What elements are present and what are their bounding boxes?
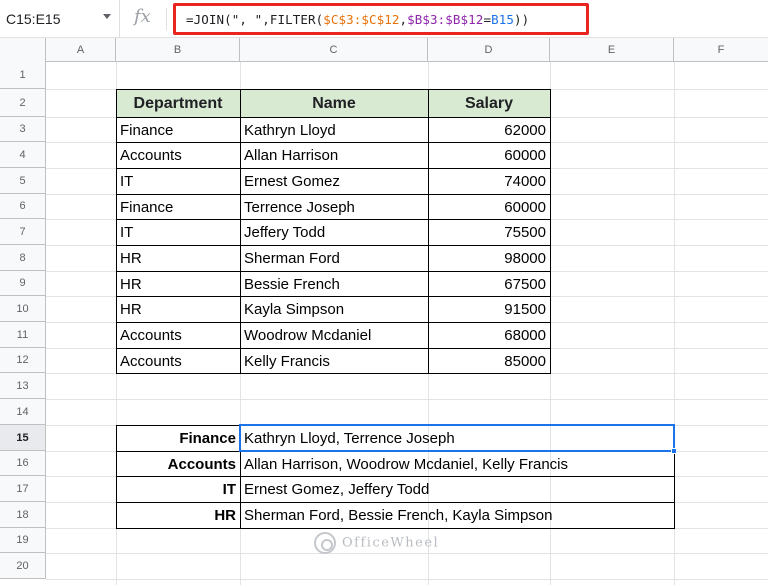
column-header-b[interactable]: B <box>116 38 240 62</box>
department-key-cell[interactable]: Finance <box>116 426 240 451</box>
row-header-11[interactable]: 11 <box>0 322 46 348</box>
row-header-9[interactable]: 9 <box>0 271 46 296</box>
row-header-10[interactable]: 10 <box>0 296 46 322</box>
department-cell[interactable]: HR <box>116 272 240 296</box>
row-header-6[interactable]: 6 <box>0 194 46 219</box>
header-name[interactable]: Name <box>240 90 428 117</box>
department-cell[interactable]: Accounts <box>116 323 240 348</box>
row-header-17[interactable]: 17 <box>0 476 46 502</box>
department-key-cell[interactable]: IT <box>116 477 240 502</box>
name-cell[interactable]: Allan Harrison <box>240 143 428 168</box>
row-header-5[interactable]: 5 <box>0 168 46 194</box>
name-cell[interactable]: Bessie French <box>240 272 428 296</box>
name-box[interactable]: C15:E15 <box>0 0 120 38</box>
department-cell[interactable]: HR <box>116 297 240 322</box>
name-cell[interactable]: Jeffery Todd <box>240 220 428 245</box>
officewheel-logo-icon <box>314 532 336 554</box>
salary-cell[interactable]: 68000 <box>428 323 550 348</box>
column-header-f[interactable]: F <box>674 38 768 62</box>
row-header-20[interactable]: 20 <box>0 553 46 579</box>
formula-text: =JOIN(", ",FILTER($C$3:$C$12,$B$3:$B$12=… <box>186 12 530 27</box>
row-header-15[interactable]: 15 <box>0 425 46 451</box>
name-cell[interactable]: Sherman Ford <box>240 246 428 271</box>
joined-names-cell[interactable]: Ernest Gomez, Jeffery Todd <box>240 477 674 502</box>
row-header-18[interactable]: 18 <box>0 502 46 528</box>
name-cell[interactable]: Kayla Simpson <box>240 297 428 322</box>
joined-names-cell[interactable]: Sherman Ford, Bessie French, Kayla Simps… <box>240 503 674 528</box>
salary-cell[interactable]: 67500 <box>428 272 550 296</box>
row-header-7[interactable]: 7 <box>0 219 46 245</box>
row-header-19[interactable]: 19 <box>0 528 46 553</box>
department-cell[interactable]: Accounts <box>116 143 240 168</box>
salary-cell[interactable]: 91500 <box>428 297 550 322</box>
name-cell[interactable]: Woodrow Mcdaniel <box>240 323 428 348</box>
joined-names-cell[interactable]: Allan Harrison, Woodrow Mcdaniel, Kelly … <box>240 452 674 476</box>
row-header-4[interactable]: 4 <box>0 142 46 168</box>
row-header-1[interactable]: 1 <box>0 62 46 89</box>
department-cell[interactable]: IT <box>116 169 240 194</box>
salary-cell[interactable]: 75500 <box>428 220 550 245</box>
column-header-d[interactable]: D <box>428 38 550 62</box>
department-cell[interactable]: Accounts <box>116 349 240 373</box>
name-cell[interactable]: Ernest Gomez <box>240 169 428 194</box>
formula-bar: C15:E15 fx =JOIN(", ",FILTER($C$3:$C$12,… <box>0 0 768 38</box>
department-cell[interactable]: IT <box>116 220 240 245</box>
column-header-c[interactable]: C <box>240 38 428 62</box>
row-header-13[interactable]: 13 <box>0 373 46 399</box>
row-header-2[interactable]: 2 <box>0 89 46 117</box>
formula-input[interactable]: =JOIN(", ",FILTER($C$3:$C$12,$B$3:$B$12=… <box>173 3 589 35</box>
name-cell[interactable]: Kelly Francis <box>240 349 428 373</box>
fill-handle[interactable] <box>671 448 677 454</box>
salary-cell[interactable]: 85000 <box>428 349 550 373</box>
name-cell[interactable]: Terrence Joseph <box>240 195 428 219</box>
fx-icon: fx <box>134 6 151 27</box>
department-key-cell[interactable]: HR <box>116 503 240 528</box>
row-header-14[interactable]: 14 <box>0 399 46 425</box>
header-department[interactable]: Department <box>116 90 240 117</box>
salary-cell[interactable]: 60000 <box>428 195 550 219</box>
salary-cell[interactable]: 74000 <box>428 169 550 194</box>
department-key-cell[interactable]: Accounts <box>116 452 240 476</box>
name-cell[interactable]: Kathryn Lloyd <box>240 118 428 142</box>
select-all-corner[interactable] <box>0 38 46 62</box>
column-header-e[interactable]: E <box>550 38 674 62</box>
salary-cell[interactable]: 98000 <box>428 246 550 271</box>
formula-divider <box>166 8 167 30</box>
department-cell[interactable]: HR <box>116 246 240 271</box>
row-header-3[interactable]: 3 <box>0 117 46 142</box>
selection-range[interactable] <box>239 424 675 452</box>
row-header-12[interactable]: 12 <box>0 348 46 373</box>
name-box-value: C15:E15 <box>6 11 61 27</box>
chevron-down-icon[interactable] <box>103 14 111 19</box>
salary-cell[interactable]: 60000 <box>428 143 550 168</box>
salary-cell[interactable]: 62000 <box>428 118 550 142</box>
column-header-a[interactable]: A <box>46 38 116 62</box>
department-cell[interactable]: Finance <box>116 195 240 219</box>
watermark: OfficeWheel <box>314 532 439 554</box>
row-header-16[interactable]: 16 <box>0 451 46 476</box>
column-header-bar: A B C D E F <box>0 38 768 62</box>
header-salary[interactable]: Salary <box>428 90 550 117</box>
department-cell[interactable]: Finance <box>116 118 240 142</box>
row-header-8[interactable]: 8 <box>0 245 46 271</box>
